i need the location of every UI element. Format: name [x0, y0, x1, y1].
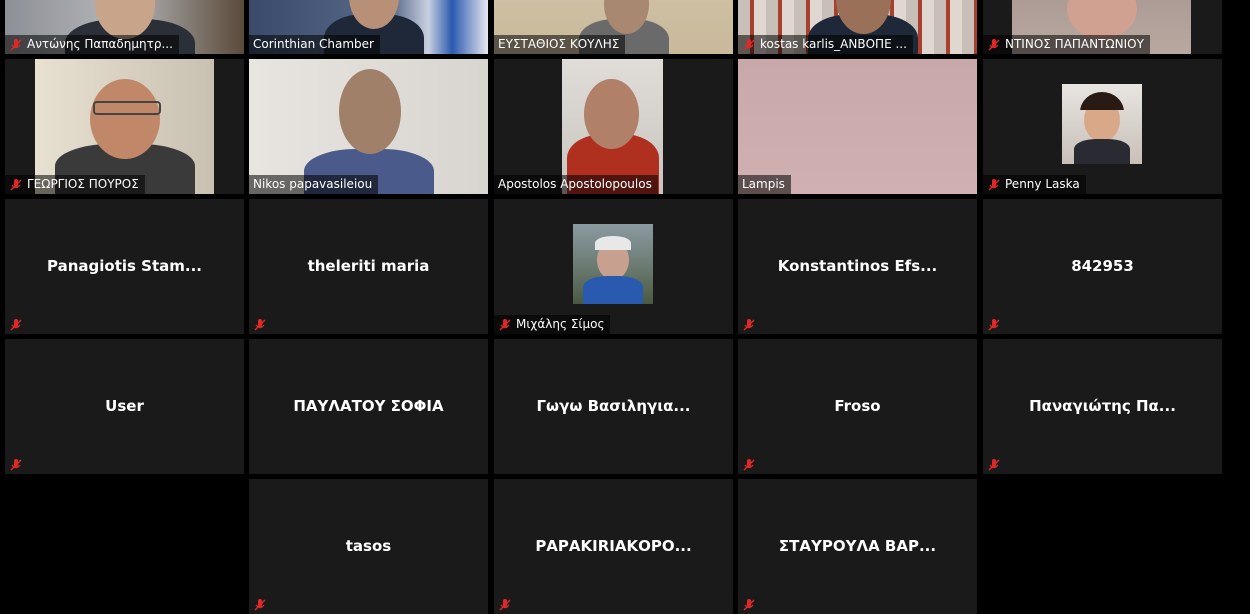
participant-tile[interactable]: theleriti maria — [249, 199, 488, 334]
participant-tile[interactable]: ΡΑΡΑΚΙRΙΑΚΟΡΟ... — [494, 479, 733, 614]
muted-mic-icon — [987, 178, 1001, 192]
participant-tile[interactable]: tasos — [249, 479, 488, 614]
participant-tile[interactable]: Panagiotis Stam... — [5, 199, 244, 334]
participant-tile[interactable]: Froso — [738, 339, 977, 474]
participant-tile[interactable]: ΣΤΑΥΡΟΥΛΑ ΒΑΡ... — [738, 479, 977, 614]
participant-display-name: Froso — [834, 397, 881, 415]
participant-video-feed — [35, 59, 214, 194]
participant-display-name: ΡΑΡΑΚΙRΙΑΚΟΡΟ... — [535, 537, 692, 555]
participant-name-label: ΓΕΩΡΓΙΟΣ ΠΟΥΡΟΣ — [5, 175, 145, 194]
participant-name: Lampis — [742, 177, 785, 191]
participant-display-name: Panagiotis Stam... — [47, 257, 202, 275]
participant-tile[interactable]: Konstantinos Efs... — [738, 199, 977, 334]
participant-display-name: Γωγω Βασιληγια... — [536, 397, 691, 415]
muted-mic-icon — [9, 178, 23, 192]
participant-tile[interactable]: ΝΤΙΝΟΣ ΠΑΠΑΝΤΩΝΙΟΥ — [983, 0, 1222, 54]
participant-name-label: Corinthian Chamber — [249, 35, 380, 54]
participant-name-label: Μιχάλης Σίμος — [494, 315, 611, 334]
participant-name-label: Apostolos Apostolopoulos — [494, 175, 658, 194]
participant-name: Αντώνης Παπαδημητρ... — [27, 37, 173, 51]
muted-mic-icon — [987, 458, 1001, 472]
muted-mic-icon — [742, 458, 756, 472]
participant-name-label: Penny Laska — [983, 175, 1086, 194]
participant-name-label — [5, 315, 33, 334]
participant-tile[interactable]: ΠΑΥΛΑΤΟΥ ΣΟΦΙΑ — [249, 339, 488, 474]
participant-name-label — [983, 455, 1011, 474]
participant-name: kostas karlis_ΑΝΒΟΠΕ ... — [760, 37, 907, 51]
participant-name: Nikos papavasileiou — [253, 177, 373, 191]
participant-name-label — [249, 595, 277, 614]
participant-name-label — [738, 595, 766, 614]
participant-tile[interactable]: 842953 — [983, 199, 1222, 334]
muted-mic-icon — [742, 318, 756, 332]
participant-tile[interactable]: Μιχάλης Σίμος — [494, 199, 733, 334]
participant-name-label — [494, 595, 522, 614]
participant-video — [738, 59, 977, 194]
participant-name: Μιχάλης Σίμος — [516, 317, 605, 331]
participant-tile[interactable]: ΓΕΩΡΓΙΟΣ ΠΟΥΡΟΣ — [5, 59, 244, 194]
participant-display-name: Konstantinos Efs... — [777, 257, 938, 275]
participant-name-label: Αντώνης Παπαδημητρ... — [5, 35, 179, 54]
muted-mic-icon — [9, 318, 23, 332]
participant-name: ΓΕΩΡΓΙΟΣ ΠΟΥΡΟΣ — [27, 177, 139, 191]
participant-display-name: ΣΤΑΥΡΟΥΛΑ ΒΑΡ... — [778, 537, 937, 555]
participant-name-label — [738, 455, 766, 474]
participant-name-label — [5, 455, 33, 474]
participant-name-label — [983, 315, 1011, 334]
muted-mic-icon — [9, 38, 23, 52]
participant-tile[interactable]: Penny Laska — [983, 59, 1222, 194]
muted-mic-icon — [498, 318, 512, 332]
muted-mic-icon — [253, 318, 267, 332]
participant-video — [5, 59, 244, 194]
participant-tile[interactable]: Nikos papavasileiou — [249, 59, 488, 194]
participant-display-name: tasos — [345, 537, 392, 555]
participant-tile[interactable]: User — [5, 339, 244, 474]
participant-name-label: ΝΤΙΝΟΣ ΠΑΠΑΝΤΩΝΙΟΥ — [983, 35, 1150, 54]
participant-display-name: 842953 — [1071, 257, 1134, 275]
participant-display-name: Παναγιώτης Πα... — [1029, 397, 1176, 415]
participant-name: ΕΥΣΤΑΘΙΟΣ ΚΟΥΛΗΣ — [498, 37, 620, 51]
participant-display-name: User — [105, 397, 144, 415]
participant-tile-active-speaker[interactable]: ΕΥΣΤΑΘΙΟΣ ΚΟΥΛΗΣ — [494, 0, 733, 54]
muted-mic-icon — [987, 38, 1001, 52]
participant-tile[interactable]: Corinthian Chamber — [249, 0, 488, 54]
participant-tile[interactable]: kostas karlis_ΑΝΒΟΠΕ ... — [738, 0, 977, 54]
participant-name-label: Nikos papavasileiou — [249, 175, 379, 194]
participant-name-label — [738, 315, 766, 334]
participant-tile[interactable]: Lampis — [738, 59, 977, 194]
participant-name-label: ΕΥΣΤΑΘΙΟΣ ΚΟΥΛΗΣ — [494, 35, 626, 54]
participant-tile[interactable]: Παναγιώτης Πα... — [983, 339, 1222, 474]
participant-name-label — [249, 315, 277, 334]
participant-video — [249, 59, 488, 194]
participant-display-name: ΠΑΥΛΑΤΟΥ ΣΟΦΙΑ — [293, 397, 444, 415]
participant-name: Corinthian Chamber — [253, 37, 374, 51]
muted-mic-icon — [987, 318, 1001, 332]
participant-tile[interactable]: Apostolos Apostolopoulos — [494, 59, 733, 194]
participant-display-name: theleriti maria — [307, 257, 430, 275]
participant-video — [494, 59, 733, 194]
participant-name: Apostolos Apostolopoulos — [498, 177, 652, 191]
participant-name-label: Lampis — [738, 175, 791, 194]
muted-mic-icon — [9, 458, 23, 472]
profile-picture — [1062, 84, 1142, 164]
participant-video — [983, 59, 1222, 194]
participant-name-label: kostas karlis_ΑΝΒΟΠΕ ... — [738, 35, 913, 54]
profile-picture — [573, 224, 653, 304]
participant-video-feed — [562, 59, 663, 194]
participant-name: Penny Laska — [1005, 177, 1080, 191]
participant-tile[interactable]: Γωγω Βασιληγια... — [494, 339, 733, 474]
participant-name: ΝΤΙΝΟΣ ΠΑΠΑΝΤΩΝΙΟΥ — [1005, 37, 1144, 51]
muted-mic-icon — [742, 38, 756, 52]
participant-tile[interactable]: Αντώνης Παπαδημητρ... — [5, 0, 244, 54]
